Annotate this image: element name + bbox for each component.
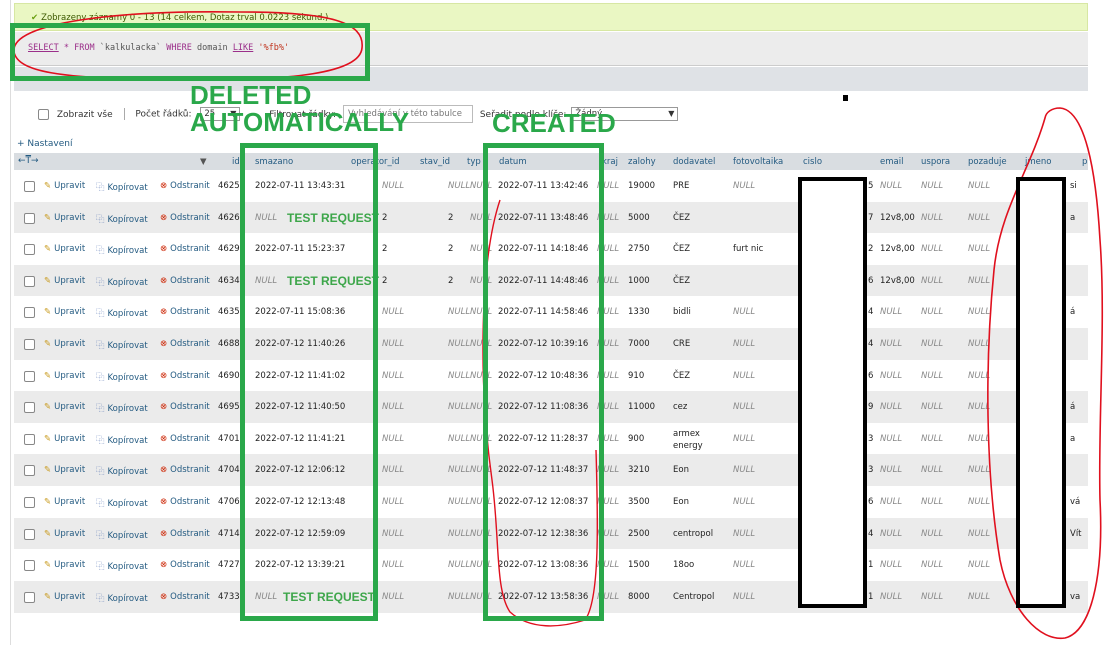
green-box-datum (483, 143, 604, 621)
black-dot-mark (843, 95, 848, 101)
green-box-smazano (240, 143, 378, 621)
green-box-sql (10, 23, 370, 81)
redaction-cislo (798, 177, 867, 608)
deleted-automatically-label: DELETED AUTOMATICALLY (190, 80, 410, 137)
created-label: CREATED (492, 108, 616, 138)
redaction-jmeno (1016, 177, 1066, 608)
